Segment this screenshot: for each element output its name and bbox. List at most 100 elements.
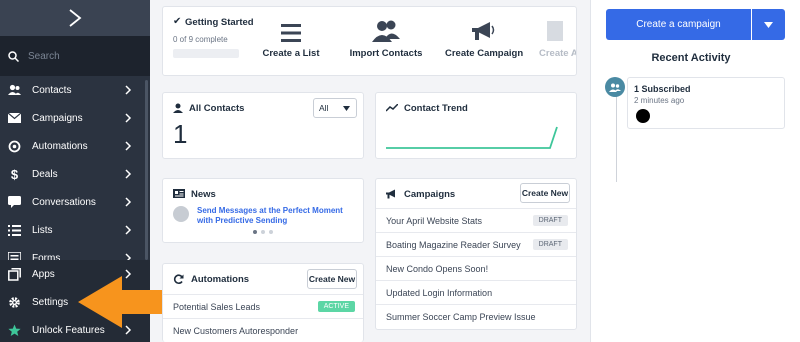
- trend-icon: [386, 104, 398, 112]
- right-panel: Create a campaign Recent Activity 1 Subs…: [590, 0, 800, 342]
- sidebar-item-conversations[interactable]: Conversations: [0, 188, 150, 216]
- contact-trend-card: Contact Trend: [375, 92, 577, 159]
- campaign-name: Your April Website Stats: [386, 215, 483, 226]
- sidebar-item-contacts[interactable]: Contacts: [0, 76, 150, 104]
- table-row[interactable]: Updated Login Information: [376, 280, 576, 304]
- activity-avatar: [605, 77, 625, 97]
- megaphone-icon: [386, 189, 395, 199]
- chevron-right-icon: [125, 141, 132, 151]
- progress-bar: [173, 49, 239, 58]
- create-campaign-dropdown-button[interactable]: [752, 9, 785, 40]
- news-title: News: [191, 189, 216, 200]
- sidebar-scrollbar[interactable]: [145, 80, 148, 260]
- table-row[interactable]: Your April Website Stats DRAFT: [376, 208, 576, 232]
- sidebar-item-label: Campaigns: [32, 112, 83, 124]
- table-row[interactable]: New Condo Opens Soon!: [376, 256, 576, 280]
- action-create-campaign[interactable]: Create Campaign: [445, 19, 524, 69]
- contacts-filter-select[interactable]: All: [313, 98, 357, 118]
- search-bar[interactable]: Search: [0, 36, 150, 76]
- logo[interactable]: [0, 0, 150, 36]
- chevron-right-icon: [125, 225, 132, 235]
- create-automation-button[interactable]: Create New: [307, 269, 357, 289]
- news-headline-link[interactable]: Send Messages at the Perfect Moment with…: [197, 206, 357, 226]
- activity-item[interactable]: 1 Subscribed 2 minutes ago: [627, 77, 785, 129]
- contact-trend-title: Contact Trend: [404, 103, 468, 114]
- campaign-name: New Condo Opens Soon!: [386, 263, 489, 274]
- filter-value: All: [319, 103, 329, 113]
- action-label: Create a List: [262, 48, 320, 59]
- campaigns-card: Campaigns Create New Your April Website …: [375, 178, 577, 330]
- caret-down-icon: [343, 106, 350, 111]
- campaign-name: Summer Soccer Camp Preview Issue: [386, 311, 536, 322]
- carousel-dot[interactable]: [269, 230, 273, 234]
- status-badge: ACTIVE: [317, 301, 355, 312]
- campaign-name: Updated Login Information: [386, 287, 493, 298]
- news-card: News Send Messages at the Perfect Moment…: [162, 178, 364, 243]
- action-truncated[interactable]: Create A: [539, 19, 577, 69]
- trend-line: [386, 126, 558, 149]
- list-icon: [8, 224, 21, 237]
- table-row[interactable]: New Customers Autoresponder: [163, 318, 363, 342]
- chevron-right-icon: [125, 85, 132, 95]
- news-avatar: [173, 206, 189, 222]
- star-icon: [8, 324, 21, 337]
- automations-title: Automations: [191, 274, 250, 285]
- action-label: Create A: [539, 48, 577, 59]
- table-row[interactable]: Potential Sales Leads ACTIVE: [163, 294, 363, 318]
- carousel-dot-active[interactable]: [253, 230, 257, 234]
- logo-chevron-icon: [69, 9, 82, 27]
- chevron-right-icon: [125, 169, 132, 179]
- sidebar-item-campaigns[interactable]: Campaigns: [0, 104, 150, 132]
- action-label: Create Campaign: [445, 48, 524, 59]
- getting-started-title: Getting Started: [185, 17, 254, 28]
- status-badge: DRAFT: [532, 239, 568, 250]
- list-lines-icon: [281, 24, 301, 42]
- dollar-icon: $: [10, 166, 19, 182]
- activity-title: 1 Subscribed: [634, 84, 691, 94]
- person-icon: [173, 103, 183, 113]
- contacts-icon: [8, 84, 21, 97]
- action-import-contacts[interactable]: Import Contacts: [349, 19, 423, 69]
- contact-avatar[interactable]: [636, 109, 650, 123]
- newspaper-icon: [173, 189, 185, 198]
- carousel-dots[interactable]: [253, 230, 273, 234]
- sidebar-item-lists[interactable]: Lists: [0, 216, 150, 244]
- create-campaign-small-button[interactable]: Create New: [520, 183, 570, 203]
- refresh-icon: [173, 274, 184, 284]
- recent-activity-title: Recent Activity: [651, 52, 731, 64]
- sidebar-item-automations[interactable]: Automations: [0, 132, 150, 160]
- sidebar-item-label: Contacts: [32, 84, 72, 96]
- sidebar-item-label: Automations: [32, 140, 88, 152]
- search-icon: [8, 50, 19, 62]
- automations-card: Automations Create New Potential Sales L…: [162, 263, 364, 342]
- campaigns-title: Campaigns: [404, 189, 456, 200]
- all-contacts-title: All Contacts: [189, 103, 245, 114]
- pointer-arrow-icon: [78, 276, 168, 328]
- all-contacts-card: All Contacts All 1: [162, 92, 364, 159]
- progress-text: 0 of 9 complete: [173, 35, 228, 44]
- check-icon: ✔: [173, 16, 182, 27]
- sidebar-nav: Contacts Campaigns Automations $ Deals C…: [0, 76, 150, 272]
- sidebar-item-label: Lists: [32, 224, 53, 236]
- timeline-line: [616, 96, 617, 182]
- people-icon: [372, 20, 400, 42]
- sidebar-item-label: Conversations: [32, 196, 96, 208]
- create-campaign-button[interactable]: Create a campaign: [606, 9, 751, 40]
- chevron-right-icon: [125, 197, 132, 207]
- action-create-list[interactable]: Create a List: [259, 19, 323, 69]
- gear-icon: [8, 296, 21, 309]
- envelope-icon: [8, 112, 21, 125]
- sidebar-item-deals[interactable]: $ Deals: [0, 160, 150, 188]
- status-badge: DRAFT: [532, 215, 568, 226]
- people-icon: [609, 83, 621, 92]
- megaphone-icon: [472, 22, 495, 40]
- table-row[interactable]: Summer Soccer Camp Preview Issue: [376, 304, 576, 328]
- caret-down-icon: [764, 21, 773, 28]
- sidebar-item-label: Settings: [32, 296, 69, 308]
- carousel-dot[interactable]: [261, 230, 265, 234]
- table-row[interactable]: Boating Magazine Reader Survey DRAFT: [376, 232, 576, 256]
- chevron-right-icon: [125, 113, 132, 123]
- search-input[interactable]: Search: [28, 51, 60, 62]
- create-campaign-label: Create a campaign: [636, 19, 721, 30]
- truncated-action-icon: [547, 21, 563, 41]
